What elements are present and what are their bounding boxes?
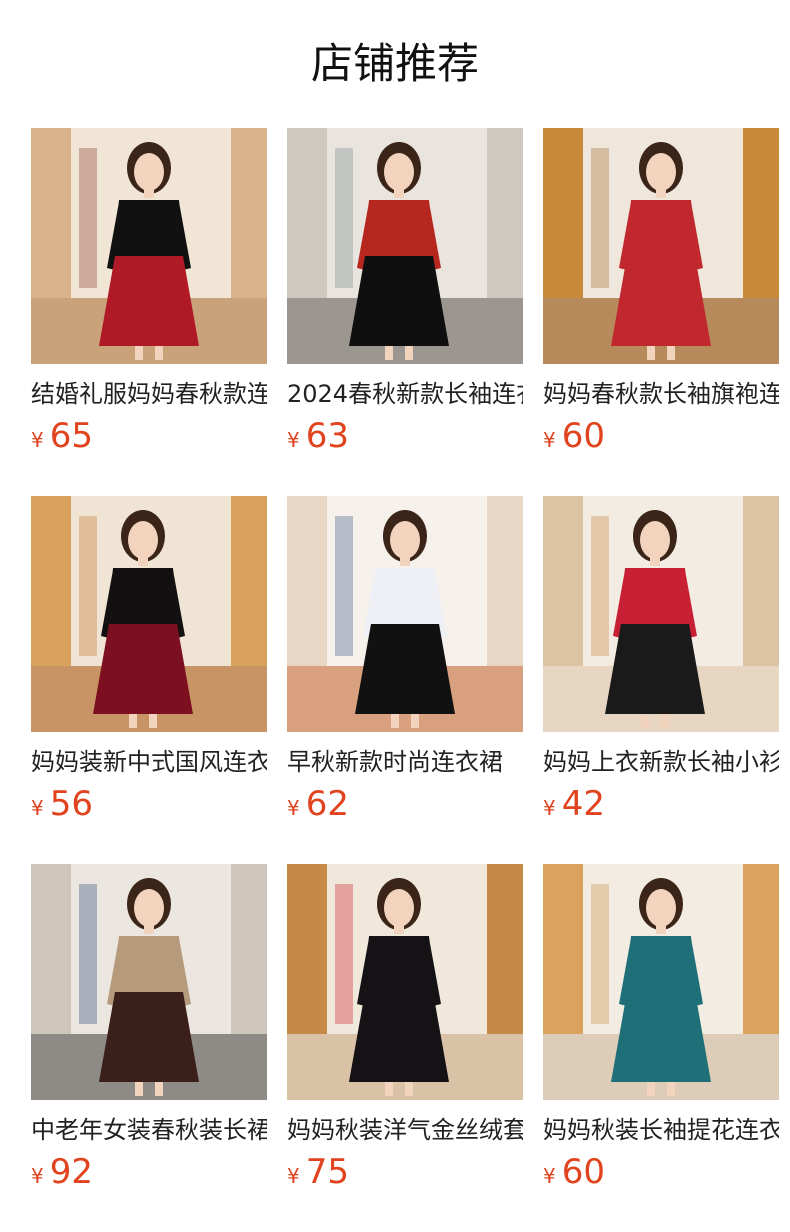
product-image[interactable] bbox=[287, 128, 523, 364]
product-price: ¥92 bbox=[31, 1152, 93, 1192]
product-price: ¥60 bbox=[543, 1152, 605, 1192]
price-amount: 60 bbox=[561, 416, 605, 456]
product-name[interactable]: 早秋新款时尚连衣裙 bbox=[287, 746, 523, 778]
product-image[interactable] bbox=[543, 496, 779, 732]
product-name[interactable]: 结婚礼服妈妈春秋款连衣裙 bbox=[31, 378, 267, 410]
currency-symbol: ¥ bbox=[31, 1164, 44, 1188]
product-name[interactable]: 2024春秋新款长袖连衣裙 bbox=[287, 378, 523, 410]
product-image[interactable] bbox=[543, 128, 779, 364]
currency-symbol: ¥ bbox=[31, 796, 44, 820]
product-card[interactable]: 妈妈秋装洋气金丝绒套装 ¥75 bbox=[287, 864, 523, 1204]
product-price: ¥56 bbox=[31, 784, 93, 824]
shop-recommend-header: 店铺推荐 bbox=[0, 0, 790, 128]
product-name[interactable]: 妈妈秋装长袖提花连衣裙 bbox=[543, 1114, 779, 1146]
product-name[interactable]: 妈妈春秋款长袖旗袍连衣裙 bbox=[543, 378, 779, 410]
product-image[interactable] bbox=[31, 496, 267, 732]
product-name[interactable]: 妈妈秋装洋气金丝绒套装 bbox=[287, 1114, 523, 1146]
price-amount: 92 bbox=[49, 1152, 93, 1192]
currency-symbol: ¥ bbox=[543, 428, 556, 452]
currency-symbol: ¥ bbox=[287, 428, 300, 452]
product-card[interactable]: 2024春秋新款长袖连衣裙 ¥63 bbox=[287, 128, 523, 468]
currency-symbol: ¥ bbox=[287, 1164, 300, 1188]
product-card[interactable]: 结婚礼服妈妈春秋款连衣裙 ¥65 bbox=[31, 128, 267, 468]
product-name[interactable]: 妈妈上衣新款长袖小衫 bbox=[543, 746, 779, 778]
price-amount: 63 bbox=[305, 416, 349, 456]
product-price: ¥42 bbox=[543, 784, 605, 824]
product-price: ¥60 bbox=[543, 416, 605, 456]
product-price: ¥63 bbox=[287, 416, 349, 456]
product-price: ¥75 bbox=[287, 1152, 349, 1192]
price-amount: 56 bbox=[49, 784, 93, 824]
product-card[interactable]: 妈妈秋装长袖提花连衣裙 ¥60 bbox=[543, 864, 779, 1204]
price-amount: 75 bbox=[305, 1152, 349, 1192]
price-amount: 42 bbox=[561, 784, 605, 824]
product-image[interactable] bbox=[287, 864, 523, 1100]
product-name[interactable]: 妈妈装新中式国风连衣裙 bbox=[31, 746, 267, 778]
product-card[interactable]: 妈妈装新中式国风连衣裙 ¥56 bbox=[31, 496, 267, 836]
product-card[interactable]: 中老年女装春秋装长裙 ¥92 bbox=[31, 864, 267, 1204]
product-card[interactable]: 早秋新款时尚连衣裙 ¥62 bbox=[287, 496, 523, 836]
price-amount: 60 bbox=[561, 1152, 605, 1192]
currency-symbol: ¥ bbox=[287, 796, 300, 820]
currency-symbol: ¥ bbox=[543, 1164, 556, 1188]
product-image[interactable] bbox=[543, 864, 779, 1100]
product-image[interactable] bbox=[31, 864, 267, 1100]
product-card[interactable]: 妈妈上衣新款长袖小衫 ¥42 bbox=[543, 496, 779, 836]
product-price: ¥62 bbox=[287, 784, 349, 824]
price-amount: 65 bbox=[49, 416, 93, 456]
currency-symbol: ¥ bbox=[31, 428, 44, 452]
product-image[interactable] bbox=[287, 496, 523, 732]
product-name[interactable]: 中老年女装春秋装长裙 bbox=[31, 1114, 267, 1146]
product-card[interactable]: 妈妈春秋款长袖旗袍连衣裙 ¥60 bbox=[543, 128, 779, 468]
product-price: ¥65 bbox=[31, 416, 93, 456]
currency-symbol: ¥ bbox=[543, 796, 556, 820]
product-image[interactable] bbox=[31, 128, 267, 364]
section-title: 店铺推荐 bbox=[310, 39, 479, 88]
price-amount: 62 bbox=[305, 784, 349, 824]
